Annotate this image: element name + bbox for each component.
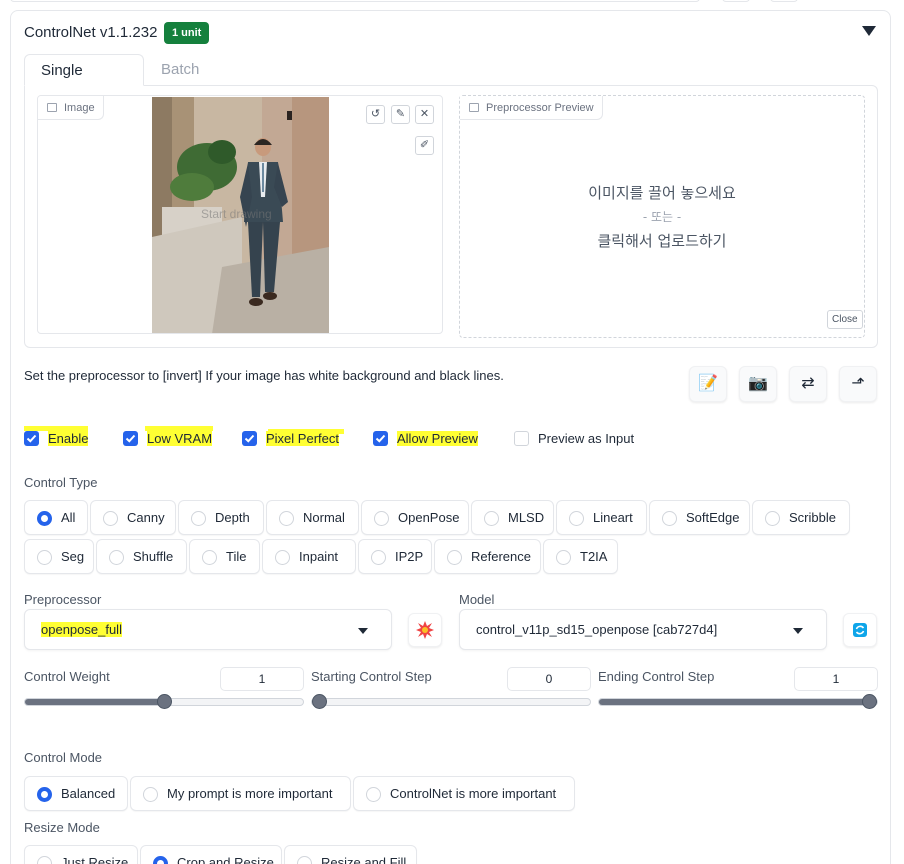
control-mode-label: Control Mode xyxy=(24,750,103,765)
allow-preview-checkbox[interactable]: Allow Preview xyxy=(373,430,483,448)
slider-fill xyxy=(25,699,164,705)
ending-step-label: Ending Control Step xyxy=(598,669,715,684)
control-mode-controlnet[interactable]: ControlNet is more important xyxy=(353,776,575,811)
ending-step-slider[interactable] xyxy=(598,694,878,709)
checkbox-label: Allow Preview xyxy=(397,431,478,446)
image-icon xyxy=(469,103,479,112)
control-weight-slider[interactable] xyxy=(24,694,304,709)
camera-icon[interactable]: 📷 xyxy=(739,366,777,402)
top-button-edge xyxy=(770,0,798,2)
slider-thumb[interactable] xyxy=(862,694,877,709)
top-button-edge xyxy=(722,0,750,2)
low-vram-checkbox[interactable]: Low VRAM xyxy=(123,430,213,448)
model-label: Model xyxy=(459,592,495,607)
control-type-depth[interactable]: Depth xyxy=(178,500,264,535)
edit-note-icon[interactable]: 📝 xyxy=(689,366,727,402)
drop-text-line1: 이미지를 끌어 놓으세요 xyxy=(588,184,736,202)
enable-checkbox[interactable]: Enable xyxy=(24,430,94,448)
chevron-down-icon xyxy=(358,628,368,634)
prompt-edge xyxy=(10,0,700,2)
control-mode-balanced[interactable]: Balanced xyxy=(24,776,128,811)
control-type-canny[interactable]: Canny xyxy=(90,500,176,535)
resize-mode-just-resize[interactable]: Just Resize xyxy=(24,845,138,864)
input-tabs: Single Image Batch xyxy=(24,54,878,111)
preprocessor-preview[interactable]: Preprocessor Preview 이미지를 끌어 놓으세요 - 또는 -… xyxy=(459,95,865,338)
close-preview-button[interactable]: Close xyxy=(827,310,863,329)
slider-thumb[interactable] xyxy=(157,694,172,709)
resize-mode-resize-and-fill[interactable]: Resize and Fill xyxy=(284,845,417,864)
close-icon[interactable]: ✕ xyxy=(415,105,434,124)
checkbox-label: Enable xyxy=(48,431,89,446)
checkbox-box[interactable] xyxy=(242,431,257,446)
image-input[interactable]: Image Start drawing ↺ ✎ ✕ ✐ xyxy=(37,95,443,334)
preprocessor-label: Preprocessor xyxy=(24,592,102,607)
brush-icon[interactable]: ✐ xyxy=(415,136,434,155)
control-weight-input[interactable]: 1 xyxy=(220,667,304,691)
control-type-softedge[interactable]: SoftEdge xyxy=(649,500,750,535)
preprocessor-dropdown[interactable]: openpose_full xyxy=(24,609,392,650)
starting-step-input[interactable]: 0 xyxy=(507,667,591,691)
drop-text-line2: - 또는 - xyxy=(642,210,682,224)
undo-icon[interactable]: ↺ xyxy=(366,105,385,124)
control-type-scribble[interactable]: Scribble xyxy=(752,500,850,535)
refresh-icon[interactable] xyxy=(843,613,877,647)
checkbox-box[interactable] xyxy=(514,431,529,446)
checkbox-label: Low VRAM xyxy=(147,431,213,446)
drop-text-line3: 클릭해서 업로드하기 xyxy=(597,232,727,250)
preview-label: Preprocessor Preview xyxy=(460,96,603,120)
checkbox-box[interactable] xyxy=(24,431,39,446)
explosion-icon[interactable] xyxy=(408,613,442,647)
image-icon xyxy=(47,103,57,112)
control-type-t2ia[interactable]: T2IA xyxy=(543,539,618,574)
model-value: control_v11p_sd15_openpose [cab727d4] xyxy=(476,622,718,637)
model-dropdown[interactable]: control_v11p_sd15_openpose [cab727d4] xyxy=(459,609,827,650)
control-mode-prompt[interactable]: My prompt is more important xyxy=(130,776,351,811)
control-type-openpose[interactable]: OpenPose xyxy=(361,500,469,535)
pixel-perfect-checkbox[interactable]: Pixel Perfect xyxy=(242,430,342,448)
preprocessor-value: openpose_full xyxy=(41,622,122,637)
checkbox-box[interactable] xyxy=(373,431,388,446)
control-type-tile[interactable]: Tile xyxy=(189,539,260,574)
control-type-shuffle[interactable]: Shuffle xyxy=(96,539,187,574)
control-type-label: Control Type xyxy=(24,475,98,490)
starting-step-label: Starting Control Step xyxy=(311,669,432,684)
slider-thumb[interactable] xyxy=(312,694,327,709)
collapse-icon[interactable] xyxy=(862,26,876,36)
slider-fill xyxy=(599,699,877,705)
eraser-icon[interactable]: ✎ xyxy=(391,105,410,124)
control-type-normal[interactable]: Normal xyxy=(266,500,359,535)
resize-mode-crop-and-resize[interactable]: Crop and Resize xyxy=(140,845,282,864)
unit-count-badge: 1 unit xyxy=(164,22,210,44)
chevron-down-icon xyxy=(793,628,803,634)
control-type-lineart[interactable]: Lineart xyxy=(556,500,647,535)
checkbox-label: Pixel Perfect xyxy=(266,431,339,446)
image-label: Image xyxy=(38,96,104,120)
control-type-mlsd[interactable]: MLSD xyxy=(471,500,554,535)
control-type-all[interactable]: All xyxy=(24,500,88,535)
checkbox-label: Preview as Input xyxy=(538,431,635,446)
panel-title[interactable]: ControlNet v1.1.232 xyxy=(24,24,157,41)
tab-single-image[interactable]: Single Image xyxy=(24,54,144,111)
resize-mode-label: Resize Mode xyxy=(24,820,100,835)
top-edge xyxy=(0,0,904,4)
send-arrow-icon[interactable]: ⬏ xyxy=(839,366,877,402)
checkbox-box[interactable] xyxy=(123,431,138,446)
control-type-inpaint[interactable]: Inpaint xyxy=(262,539,356,574)
starting-step-slider[interactable] xyxy=(311,694,591,709)
start-drawing-hint: Start drawing xyxy=(201,207,272,221)
swap-icon[interactable]: ⇄ xyxy=(789,366,827,402)
control-type-seg[interactable]: Seg xyxy=(24,539,94,574)
tab-batch[interactable]: Batch xyxy=(145,54,215,86)
control-type-reference[interactable]: Reference xyxy=(434,539,541,574)
ending-step-input[interactable]: 1 xyxy=(794,667,878,691)
control-type-ip2p[interactable]: IP2P xyxy=(358,539,432,574)
preprocessor-hint: Set the preprocessor to [invert] If your… xyxy=(24,368,504,383)
control-weight-label: Control Weight xyxy=(24,669,110,684)
preview-as-input-checkbox[interactable]: Preview as Input xyxy=(514,430,644,448)
